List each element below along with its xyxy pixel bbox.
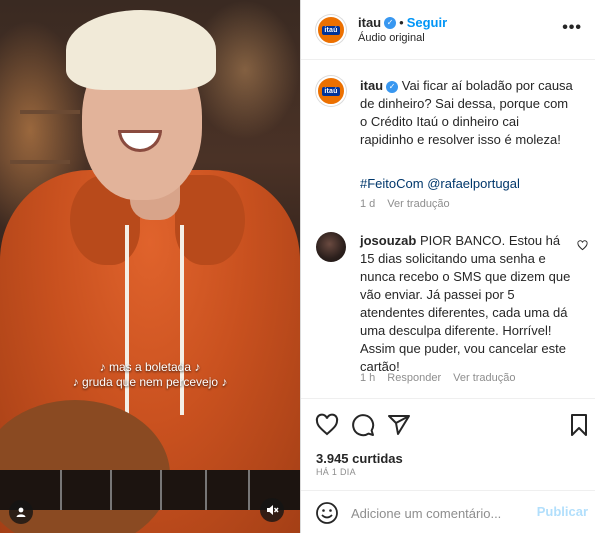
- follow-button[interactable]: Seguir: [407, 15, 447, 30]
- verified-badge-icon: ✓: [386, 80, 399, 93]
- guitar-fret: [60, 470, 62, 510]
- caption-tags: #FeitoCom @rafaelportugal: [360, 175, 575, 193]
- verified-badge-icon: ✓: [384, 16, 397, 29]
- share-icon[interactable]: [387, 413, 411, 437]
- tagged-users-button[interactable]: [9, 500, 33, 524]
- itau-logo-text: itaú: [322, 25, 340, 35]
- video-subtitle-line-1: ♪ mas a boletada ♪: [99, 360, 201, 374]
- background-shelf: [20, 110, 80, 114]
- emoji-icon[interactable]: [315, 501, 339, 525]
- hashtag-link[interactable]: #FeitoCom: [360, 176, 424, 191]
- mute-toggle-button[interactable]: [260, 498, 284, 522]
- guitar-fret: [205, 470, 207, 510]
- post-caption: itau ✓ Vai ficar aí boladão por causa de …: [360, 77, 575, 149]
- comments-section: itaú itau ✓ Vai ficar aí boladão por caus…: [301, 61, 595, 398]
- comment-meta: 1 h Responder Ver tradução: [360, 372, 528, 384]
- guitar-neck: [0, 470, 300, 510]
- post-header: itaú itau ✓ • Seguir Áudio original •••: [301, 0, 595, 60]
- person-icon: [16, 507, 26, 517]
- comment: josouzab PIOR BANCO. Estou há 15 dias so…: [360, 232, 572, 376]
- comment-icon[interactable]: [351, 413, 375, 437]
- comment-text: PIOR BANCO. Estou há 15 dias solicitando…: [360, 233, 571, 374]
- hoodie-hood: [175, 175, 245, 265]
- comment-username[interactable]: josouzab: [360, 233, 416, 248]
- post-side-panel: itaú itau ✓ • Seguir Áudio original ••• ita…: [300, 0, 595, 533]
- post-video[interactable]: ♪ mas a boletada ♪ ♪ gruda que nem perce…: [0, 0, 300, 533]
- itau-avatar[interactable]: itaú: [316, 76, 346, 106]
- speaker-muted-icon: [267, 505, 279, 515]
- mention-link[interactable]: @rafaelportugal: [427, 176, 520, 191]
- header-username[interactable]: itau: [358, 15, 381, 30]
- background-shelf: [10, 160, 70, 164]
- post-timestamp[interactable]: HÁ 1 DIA: [316, 467, 356, 477]
- comment-age[interactable]: 1 h: [360, 372, 375, 384]
- caption-see-translation[interactable]: Ver tradução: [387, 198, 449, 210]
- video-subtitle-line-2: ♪ gruda que nem percevejo ♪: [72, 375, 228, 389]
- comment-reply-button[interactable]: Responder: [387, 372, 441, 384]
- guitar-fret: [110, 470, 112, 510]
- commenter-avatar[interactable]: [316, 232, 346, 262]
- comment-composer: Publicar: [301, 490, 595, 533]
- publish-button[interactable]: Publicar: [537, 504, 588, 519]
- header-user-line: itau ✓ • Seguir: [358, 14, 447, 32]
- guitar-fret: [248, 470, 250, 510]
- likes-count[interactable]: 3.945 curtidas: [316, 451, 403, 466]
- bookmark-icon[interactable]: [567, 413, 591, 437]
- comment-input[interactable]: [351, 503, 531, 523]
- itau-avatar[interactable]: itaú: [316, 15, 346, 45]
- singer-hair: [66, 10, 216, 90]
- heart-outline-icon: [577, 240, 588, 251]
- heart-icon[interactable]: [315, 413, 339, 437]
- post-actions: 3.945 curtidas HÁ 1 DIA: [301, 398, 595, 490]
- caption-username[interactable]: itau: [360, 78, 383, 93]
- caption-age[interactable]: 1 d: [360, 198, 375, 210]
- header-separator: •: [399, 15, 404, 30]
- more-options-icon[interactable]: •••: [562, 19, 582, 37]
- comment-like-button[interactable]: [577, 240, 588, 254]
- guitar-fret: [160, 470, 162, 510]
- comment-see-translation[interactable]: Ver tradução: [453, 372, 515, 384]
- itau-logo-text: itaú: [322, 86, 340, 96]
- original-audio-link[interactable]: Áudio original: [358, 32, 425, 44]
- caption-meta: 1 d Ver tradução: [360, 198, 462, 210]
